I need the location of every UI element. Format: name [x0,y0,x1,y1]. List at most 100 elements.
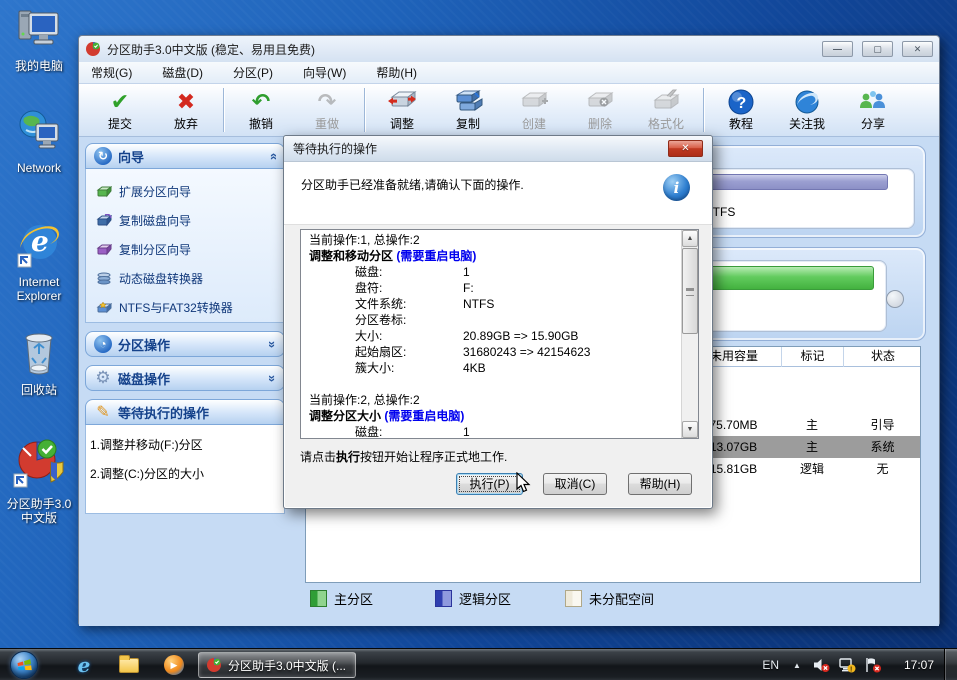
window-titlebar[interactable]: 分区助手3.0中文版 (稳定、易用且免费) — ▢ ✕ [79,36,939,62]
copy-disk-icon [435,89,501,117]
maximize-button[interactable]: ▢ [862,41,893,57]
toolbar-delete-button: 删除 [567,89,633,131]
toolbar: ✔ 提交 ✖ 放弃 ↶ 撤销 ↷ 重做 调整 复制 [79,84,939,137]
toolbar-tutorial-button[interactable]: ? 教程 [708,89,774,131]
menu-bar: 常规(G) 磁盘(D) 分区(P) 向导(W) 帮助(H) [79,62,939,84]
chevron-up-icon[interactable]: » [265,152,280,159]
toolbar-create-button: 创建 [501,89,567,131]
format-disk-icon [633,89,699,117]
menu-partition[interactable]: 分区(P) [233,64,273,81]
operations-listbox[interactable]: 当前操作:1, 总操作:2 调整和移动分区 (需要重启电脑) 磁盘:1 盘符:F… [300,229,699,439]
check-icon: ✔ [87,89,153,117]
toolbar-follow-button[interactable]: 关注我 [774,89,840,131]
legend-swatch-blue [435,590,452,607]
taskbar-explorer-icon[interactable] [117,654,141,676]
operation-progress: 当前操作:1, 总操作:2 [309,232,681,248]
desktop-icon-network[interactable]: Network [0,108,78,175]
desktop-icon-internet-explorer[interactable]: e Internet Explorer [0,218,78,303]
menu-general[interactable]: 常规(G) [91,64,132,81]
start-button[interactable] [10,651,38,679]
legend-unallocated: 未分配空间 [565,589,654,608]
toolbar-undo-button[interactable]: ↶ 撤销 [228,89,294,131]
resize-handle[interactable] [886,290,904,308]
desktop-icon-label: 我的电脑 [0,59,78,73]
volume-muted-icon[interactable] [813,657,830,673]
action-center-flag-icon[interactable] [864,657,882,673]
wizard-item-extend-partition[interactable]: 扩展分区向导 [96,177,284,206]
partition-operations-panel-header[interactable]: ◔ 分区操作 » [85,331,285,357]
disk-icon [96,214,112,227]
taskbar-media-player-icon[interactable]: ▶ [162,654,186,676]
pending-operations-panel-header[interactable]: ✎ 等待执行的操作 [85,399,285,425]
pending-operation-item[interactable]: 2.调整(C:)分区的大小 [90,460,284,489]
operation-progress: 当前操作:2, 总操作:2 [309,392,681,408]
pending-operation-item[interactable]: 1.调整并移动(F:)分区 [90,431,284,460]
toolbar-copy-button[interactable]: 复制 [435,89,501,131]
toolbar-commit-button[interactable]: ✔ 提交 [87,89,153,131]
wizard-item-copy-disk[interactable]: 复制磁盘向导 [96,206,284,235]
cancel-button[interactable]: 取消(C) [543,473,607,495]
wizard-item-copy-partition[interactable]: 复制分区向导 [96,235,284,264]
toolbar-discard-button[interactable]: ✖ 放弃 [153,89,219,131]
help-button[interactable]: 帮助(H) [628,473,692,495]
taskbar-ie-icon[interactable]: e [72,654,96,676]
scrollbar-thumb[interactable] [682,248,698,334]
desktop-icon-label: Internet Explorer [0,275,78,303]
tray-expand-icon[interactable]: ▲ [793,661,801,670]
chevron-down-icon[interactable]: » [265,340,280,347]
wizard-icon: ↻ [94,147,112,165]
desktop-icon-partition-assistant[interactable]: 分区助手3.0中文版 [0,434,78,525]
column-header-status[interactable]: 状态 [843,347,922,367]
partition-ops-icon: ◔ [94,335,112,353]
chevron-down-icon[interactable]: » [265,374,280,381]
recycle-bin-icon [17,328,61,376]
menu-wizard[interactable]: 向导(W) [303,64,346,81]
window-title: 分区助手3.0中文版 (稳定、易用且免费) [107,41,813,58]
my-computer-icon [16,6,62,52]
resize-disk-icon [369,89,435,117]
operation-title: 调整和移动分区 (需要重启电脑) [309,248,681,264]
network-warning-icon[interactable]: ! [838,657,856,673]
partition-assistant-icon [11,434,67,490]
wizard-panel-body: 扩展分区向导 复制磁盘向导 复制分区向导 动态磁盘转换器 NTFS与FAT32转… [85,169,285,323]
dialog-titlebar[interactable]: 等待执行的操作 ✕ [284,136,712,162]
language-indicator[interactable]: EN [762,658,779,672]
undo-icon: ↶ [228,89,294,117]
wizard-item-dynamic-disk-converter[interactable]: 动态磁盘转换器 [96,264,284,293]
disk-icon [96,185,112,198]
vertical-scrollbar[interactable]: ▲ ▼ [681,230,698,438]
toolbar-resize-button[interactable]: 调整 [369,89,435,131]
internet-explorer-icon: e [14,218,64,268]
dialog-footer-text: 请点击执行按钮开始让程序正式地工作. [300,448,507,465]
close-button[interactable]: ✕ [902,41,933,57]
minimize-button[interactable]: — [822,41,853,57]
desktop-icon-my-computer[interactable]: 我的电脑 [0,6,78,73]
legend-primary-partition: 主分区 [310,589,373,608]
column-header-mark[interactable]: 标记 [781,347,843,367]
toolbar-separator [223,88,224,132]
info-icon: i [663,174,690,201]
menu-help[interactable]: 帮助(H) [376,64,417,81]
spacer-line [309,376,681,392]
taskbar-clock[interactable]: 17:07 [904,658,934,672]
taskbar-task-button[interactable]: 分区助手3.0中文版 (... [198,652,356,678]
wizard-panel-header[interactable]: ↻ 向导 » [85,143,285,169]
scroll-up-button[interactable]: ▲ [682,230,698,247]
legend-swatch-green [310,590,327,607]
operation-field: 簇大小:4KB [309,360,681,376]
scroll-down-button[interactable]: ▼ [682,421,698,438]
disk-operations-panel-header[interactable]: ⚙ 磁盘操作 » [85,365,285,391]
menu-disk[interactable]: 磁盘(D) [162,64,203,81]
mouse-cursor [512,472,534,499]
desktop-icon-recycle-bin[interactable]: 回收站 [0,328,78,397]
toolbar-separator [703,88,704,132]
pencil-icon: ✎ [94,403,112,421]
wizard-item-ntfs-fat32-converter[interactable]: NTFS与FAT32转换器 [96,293,284,322]
toolbar-format-button: 格式化 [633,89,699,131]
operation-field: 盘符:F: [309,280,681,296]
dialog-title: 等待执行的操作 [293,140,377,157]
show-desktop-button[interactable] [944,649,957,680]
dialog-close-button[interactable]: ✕ [668,140,703,157]
toolbar-share-button[interactable]: 分享 [840,89,906,131]
toolbar-separator [364,88,365,132]
